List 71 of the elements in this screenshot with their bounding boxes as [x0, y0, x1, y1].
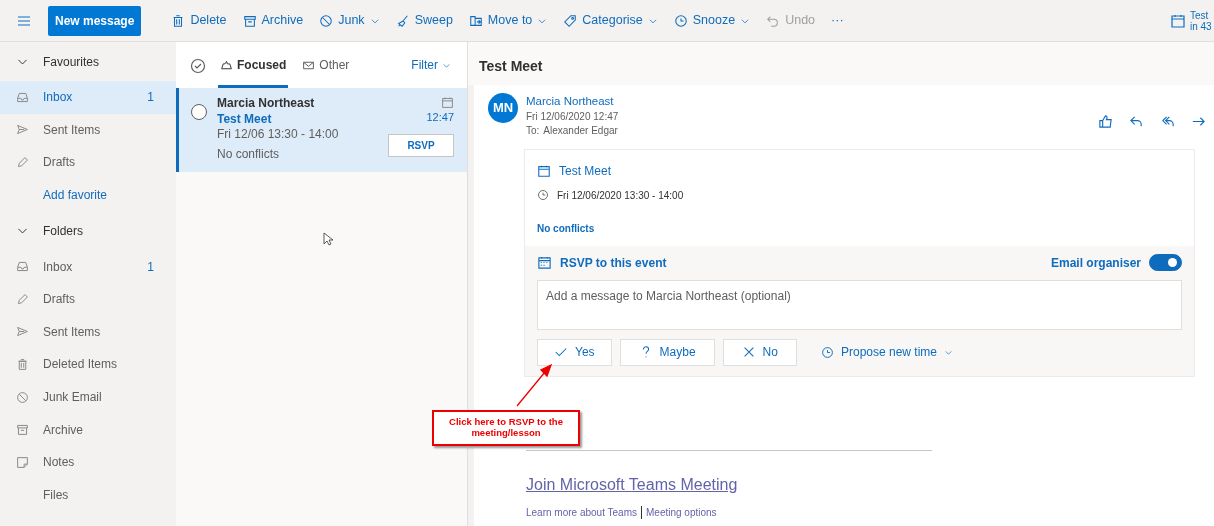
folder-label: Sent Items: [43, 323, 101, 341]
message-item[interactable]: Marcia Northeast Test Meet Fri 12/06 13:30 - 14:00 No conflicts 12:47 RSVP: [176, 88, 467, 173]
sender-name[interactable]: Marcia Northeast: [526, 93, 619, 110]
folder-item[interactable]: Deleted Items: [0, 348, 176, 381]
response-button[interactable]: No: [722, 338, 797, 366]
toolbar-button[interactable]: Archive: [236, 11, 310, 30]
toolbar-button[interactable]: Delete: [165, 11, 233, 30]
subject-text: Test Meet: [217, 111, 273, 128]
section-label: Folders: [43, 222, 83, 240]
to-label: To:: [526, 124, 540, 139]
response-button[interactable]: Yes: [537, 338, 612, 366]
folder-item[interactable]: Notes: [0, 445, 176, 479]
folder-item[interactable]: Sent Items: [0, 315, 176, 349]
folder-label: Inbox: [43, 258, 73, 276]
conflict-status: No conflicts: [217, 146, 280, 163]
folder-item[interactable]: Inbox 1: [0, 250, 176, 283]
response-button[interactable]: Maybe: [619, 338, 715, 366]
propose-time-button[interactable]: Propose new time: [804, 338, 969, 366]
folder-item[interactable]: Junk Email: [0, 380, 176, 414]
folder-label: Deleted Items: [43, 356, 118, 374]
join-meeting-link[interactable]: Join Microsoft Teams Meeting: [526, 475, 738, 493]
rsvp-heading: RSVP to this event: [560, 254, 667, 272]
folder-item[interactable]: Drafts: [0, 282, 176, 316]
link-label: Add favorite: [43, 187, 108, 205]
folder-item[interactable]: Archive: [0, 413, 176, 446]
add-favorite-link[interactable]: Add favorite: [0, 178, 176, 212]
meeting-link[interactable]: Meeting options: [646, 504, 717, 520]
folder-item[interactable]: Sent Items: [0, 113, 176, 147]
reminder-button[interactable]: Test in 43: [1170, 9, 1214, 32]
more-button[interactable]: ···: [825, 11, 850, 30]
new-message-button[interactable]: New message: [48, 5, 142, 36]
avatar: MN: [488, 93, 518, 123]
folder-label: Drafts: [43, 154, 75, 172]
unread-count: 1: [147, 258, 154, 276]
folder-label: Junk Email: [43, 389, 102, 407]
rsvp-button[interactable]: RSVP: [388, 133, 454, 157]
received-time: 12:47: [426, 110, 454, 125]
toolbar-button[interactable]: Junk: [313, 11, 386, 30]
unread-count: 1: [147, 89, 154, 107]
folder-item[interactable]: Drafts: [0, 146, 176, 179]
event-title: Test Meet: [559, 162, 612, 180]
folder-item[interactable]: Inbox 1: [0, 81, 176, 114]
message-input[interactable]: Add a message to Marcia Northeast (optional): [537, 279, 1182, 330]
reminder-time: in 43: [1190, 20, 1213, 32]
conflict-status: No conflicts: [537, 221, 596, 236]
toolbar-button[interactable]: Move to: [462, 11, 554, 30]
reminder-title: Test: [1190, 9, 1210, 21]
recipient-name: Alexander Edgar: [543, 124, 618, 139]
section-header[interactable]: Folders: [0, 211, 176, 251]
subject-heading: Test Meet: [468, 42, 1214, 85]
sender-name: Marcia Northeast: [217, 96, 316, 112]
folder-item[interactable]: Files: [0, 478, 176, 512]
sent-date: Fri 12/06/2020 12:47: [526, 109, 619, 124]
section-header[interactable]: Favourites: [0, 42, 176, 81]
event-time: Fri 12/06/2020 13:30 - 14:00: [557, 188, 684, 203]
folder-label: Files: [43, 486, 69, 504]
toolbar-button[interactable]: Snooze: [667, 11, 757, 30]
filter-button[interactable]: Filter: [409, 42, 453, 88]
folder-label: Inbox: [43, 89, 73, 107]
toolbar-button[interactable]: Sweep: [389, 11, 459, 30]
section-label: Favourites: [43, 53, 100, 71]
meeting-time: Fri 12/06 13:30 - 14:00: [217, 127, 340, 143]
toggle-label: Email organiser: [1050, 254, 1141, 272]
folder-label: Notes: [43, 454, 75, 472]
annotation-callout: Click here to RSVP to the meeting/lesson: [432, 410, 580, 446]
inbox-tab[interactable]: Other: [300, 42, 352, 88]
folder-label: Archive: [43, 421, 83, 439]
folder-label: Sent Items: [43, 121, 101, 139]
meeting-link[interactable]: Learn more about Teams: [526, 504, 637, 520]
folder-label: Drafts: [43, 291, 75, 309]
toolbar-button[interactable]: Categorise: [557, 11, 664, 30]
